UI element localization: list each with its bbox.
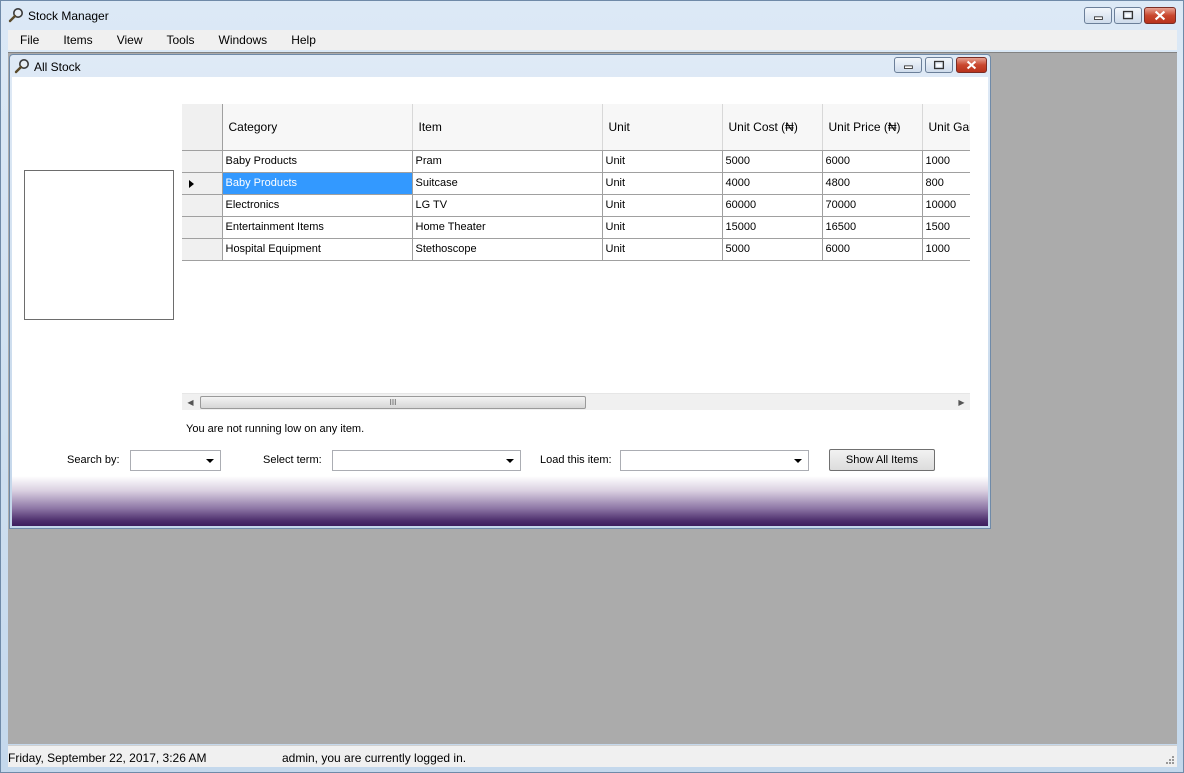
row-header[interactable] xyxy=(182,238,223,261)
load-item-label: Load this item: xyxy=(540,454,612,466)
child-minimize-button[interactable] xyxy=(894,57,922,73)
dropdown-arrow-icon xyxy=(506,459,514,463)
scroll-thumb[interactable]: III xyxy=(200,396,586,409)
size-grip-icon[interactable] xyxy=(1164,754,1175,765)
select-term-label: Select term: xyxy=(263,454,322,466)
cell-unit-cost[interactable]: 5000 xyxy=(722,238,823,261)
cell-category[interactable]: Baby Products xyxy=(222,150,413,173)
table-row[interactable]: Electronics LG TV Unit 60000 70000 10000 xyxy=(182,194,970,217)
row-header[interactable] xyxy=(182,194,223,217)
horizontal-scrollbar[interactable]: ◀ III ▶ xyxy=(182,393,970,410)
search-by-combo[interactable] xyxy=(130,450,221,471)
decorative-band xyxy=(12,476,988,526)
show-all-items-button[interactable]: Show All Items xyxy=(829,449,935,471)
cell-category[interactable]: Entertainment Items xyxy=(222,216,413,239)
cell-unit-cost[interactable]: 15000 xyxy=(722,216,823,239)
status-date: Friday, September 22, 2017, 3:26 AM xyxy=(8,751,207,765)
cell-unit[interactable]: Unit xyxy=(602,172,723,195)
close-icon xyxy=(966,60,977,70)
cell-unit-cost[interactable]: 4000 xyxy=(722,172,823,195)
child-client-area: Category Item Unit Unit Cost (₦) Unit Pr… xyxy=(12,77,988,526)
cell-unit-price[interactable]: 16500 xyxy=(822,216,923,239)
scroll-left-icon[interactable]: ◀ xyxy=(182,394,199,411)
close-icon xyxy=(1154,10,1166,21)
status-login: admin, you are currently logged in. xyxy=(282,751,467,765)
dropdown-arrow-icon xyxy=(206,459,214,463)
child-close-button[interactable] xyxy=(956,57,987,73)
app-title: Stock Manager xyxy=(28,9,109,23)
table-row[interactable]: Entertainment Items Home Theater Unit 15… xyxy=(182,216,970,239)
select-term-combo[interactable] xyxy=(332,450,521,471)
magnifier-icon xyxy=(14,59,29,74)
menu-help[interactable]: Help xyxy=(279,30,328,50)
cell-unit-price[interactable]: 70000 xyxy=(822,194,923,217)
search-by-label: Search by: xyxy=(67,454,120,466)
cell-category[interactable]: Baby Products xyxy=(222,172,413,195)
cell-unit-gain[interactable]: 1500 xyxy=(922,216,970,239)
app-titlebar[interactable]: Stock Manager xyxy=(1,1,1183,30)
all-stock-window: All Stock Category Item Unit Unit Cost (… xyxy=(9,54,991,529)
cell-unit-gain[interactable]: 1000 xyxy=(922,150,970,173)
cell-unit-gain[interactable]: 10000 xyxy=(922,194,970,217)
load-item-combo[interactable] xyxy=(620,450,809,471)
table-row[interactable]: Baby Products Suitcase Unit 4000 4800 80… xyxy=(182,172,970,195)
minimize-icon xyxy=(1094,16,1103,20)
col-header-category[interactable]: Category xyxy=(222,104,413,151)
col-header-unit-cost[interactable]: Unit Cost (₦) xyxy=(722,104,823,151)
row-header[interactable] xyxy=(182,216,223,239)
menu-items[interactable]: Items xyxy=(51,30,104,50)
mdi-client-area: All Stock Category Item Unit Unit Cost (… xyxy=(8,52,1177,744)
menu-tools[interactable]: Tools xyxy=(154,30,206,50)
row-header[interactable] xyxy=(182,172,223,195)
statusbar: Friday, September 22, 2017, 3:26 AM admi… xyxy=(8,745,1177,767)
dropdown-arrow-icon xyxy=(794,459,802,463)
close-button[interactable] xyxy=(1144,7,1176,24)
minimize-icon xyxy=(904,65,913,69)
cell-item[interactable]: Suitcase xyxy=(412,172,603,195)
child-titlebar[interactable]: All Stock xyxy=(10,55,990,77)
cell-unit-price[interactable]: 6000 xyxy=(822,238,923,261)
cell-unit-price[interactable]: 4800 xyxy=(822,172,923,195)
cell-unit[interactable]: Unit xyxy=(602,216,723,239)
cell-item[interactable]: Stethoscope xyxy=(412,238,603,261)
row-header[interactable] xyxy=(182,150,223,173)
cell-unit[interactable]: Unit xyxy=(602,238,723,261)
col-header-item[interactable]: Item xyxy=(412,104,603,151)
cell-unit[interactable]: Unit xyxy=(602,194,723,217)
cell-unit[interactable]: Unit xyxy=(602,150,723,173)
menu-file[interactable]: File xyxy=(8,30,51,50)
menu-windows[interactable]: Windows xyxy=(207,30,280,50)
stock-grid[interactable]: Category Item Unit Unit Cost (₦) Unit Pr… xyxy=(182,104,970,409)
cell-item[interactable]: Pram xyxy=(412,150,603,173)
cell-item[interactable]: LG TV xyxy=(412,194,603,217)
maximize-icon xyxy=(933,60,945,70)
child-maximize-button[interactable] xyxy=(925,57,953,73)
cell-unit-cost[interactable]: 60000 xyxy=(722,194,823,217)
magnifier-icon xyxy=(8,8,23,23)
menubar: File Items View Tools Windows Help xyxy=(8,30,1177,50)
maximize-button[interactable] xyxy=(1114,7,1142,24)
cell-unit-cost[interactable]: 5000 xyxy=(722,150,823,173)
cell-unit-gain[interactable]: 800 xyxy=(922,172,970,195)
col-header-unit[interactable]: Unit xyxy=(602,104,723,151)
cell-category[interactable]: Electronics xyxy=(222,194,413,217)
app-window: Stock Manager File Items View Tools Wind… xyxy=(0,0,1184,773)
scroll-right-icon[interactable]: ▶ xyxy=(953,394,970,411)
item-picture-box xyxy=(24,170,174,320)
cell-unit-price[interactable]: 6000 xyxy=(822,150,923,173)
cell-item[interactable]: Home Theater xyxy=(412,216,603,239)
table-row[interactable]: Hospital Equipment Stethoscope Unit 5000… xyxy=(182,238,970,261)
minimize-button[interactable] xyxy=(1084,7,1112,24)
col-header-unit-price[interactable]: Unit Price (₦) xyxy=(822,104,923,151)
grid-corner[interactable] xyxy=(182,104,223,151)
col-header-unit-gain[interactable]: Unit Gain xyxy=(922,104,970,151)
stock-level-message: You are not running low on any item. xyxy=(186,423,365,435)
table-row[interactable]: Baby Products Pram Unit 5000 6000 1000 xyxy=(182,150,970,173)
menu-view[interactable]: View xyxy=(105,30,155,50)
cell-unit-gain[interactable]: 1000 xyxy=(922,238,970,261)
maximize-icon xyxy=(1122,10,1134,20)
child-title: All Stock xyxy=(34,60,81,74)
row-pointer-icon xyxy=(189,179,194,188)
cell-category[interactable]: Hospital Equipment xyxy=(222,238,413,261)
